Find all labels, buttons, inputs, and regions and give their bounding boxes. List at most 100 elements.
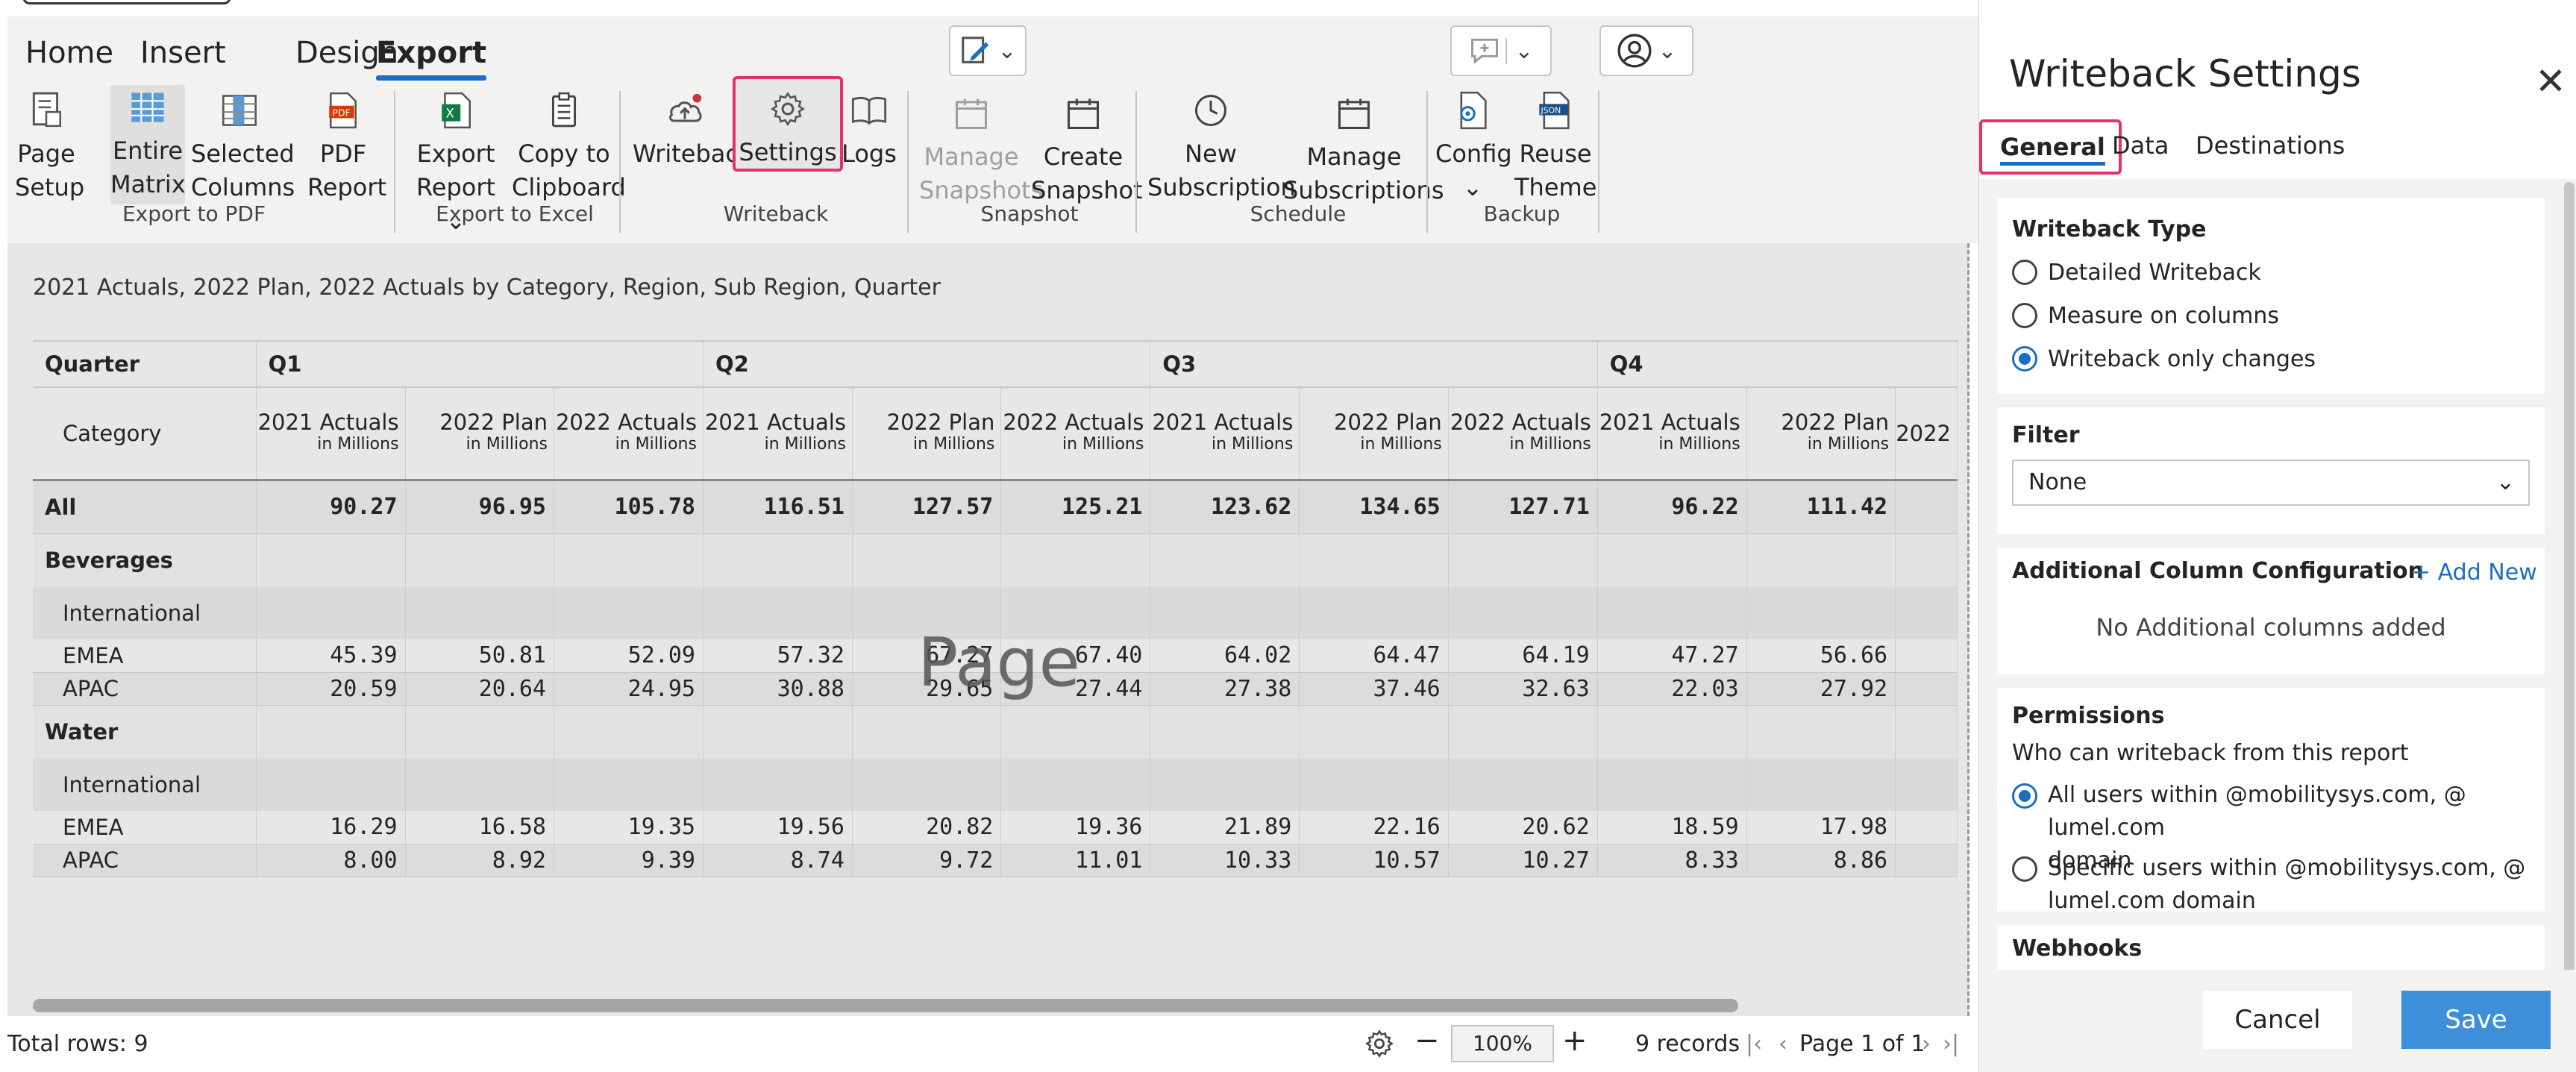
gear-icon[interactable] bbox=[1364, 1028, 1395, 1065]
measure-header[interactable]: 2022 Actuals in Millions bbox=[554, 387, 703, 481]
table-cell[interactable] bbox=[1150, 759, 1300, 811]
table-cell[interactable]: 64.47 bbox=[1299, 639, 1449, 673]
table-cell[interactable] bbox=[703, 705, 853, 759]
new-subscription-button[interactable]: New Subscription bbox=[1147, 88, 1296, 204]
table-cell[interactable]: 16.29 bbox=[256, 811, 406, 844]
table-cell[interactable] bbox=[852, 533, 1002, 587]
table-cell[interactable] bbox=[1448, 705, 1598, 759]
table-cell[interactable] bbox=[1150, 705, 1300, 759]
table-cell[interactable]: 11.01 bbox=[1000, 844, 1151, 877]
table-cell[interactable] bbox=[1895, 533, 1958, 587]
table-cell[interactable] bbox=[1448, 587, 1598, 639]
table-cell[interactable] bbox=[1895, 672, 1958, 706]
first-page-icon[interactable]: |‹ bbox=[1746, 1031, 1762, 1057]
measure-header[interactable]: 2021 Actuals in Millions bbox=[1150, 387, 1300, 481]
table-cell[interactable]: 123.62 bbox=[1150, 480, 1300, 534]
table-cell[interactable] bbox=[1746, 759, 1896, 811]
tab-general[interactable]: General bbox=[1979, 119, 2122, 175]
table-cell[interactable] bbox=[405, 587, 555, 639]
table-row[interactable]: All 90.27 96.95 105.78 116.51 127.57 125.21 123… bbox=[33, 480, 1958, 534]
table-cell[interactable]: 127.71 bbox=[1448, 480, 1598, 534]
table-cell[interactable]: 111.42 bbox=[1746, 480, 1896, 534]
selected-columns-button[interactable]: Selected Columns bbox=[191, 88, 295, 204]
table-row[interactable]: International bbox=[33, 759, 1958, 811]
table-cell[interactable] bbox=[1448, 759, 1598, 811]
table-cell[interactable] bbox=[1597, 587, 1747, 639]
table-cell[interactable]: 8.00 bbox=[256, 844, 406, 877]
table-cell[interactable]: 18.59 bbox=[1597, 811, 1747, 844]
save-button[interactable]: Save bbox=[2401, 991, 2551, 1049]
table-cell[interactable]: 64.02 bbox=[1150, 639, 1300, 673]
table-cell[interactable]: 90.27 bbox=[256, 480, 406, 534]
table-row[interactable]: APAC 8.00 8.92 9.39 8.74 9.72 11.01 10.33 10.57 1… bbox=[33, 844, 1958, 877]
table-cell[interactable]: 19.56 bbox=[703, 811, 853, 844]
table-cell[interactable]: 96.95 bbox=[405, 480, 555, 534]
cancel-button[interactable]: Cancel bbox=[2203, 991, 2352, 1049]
table-cell[interactable] bbox=[1597, 533, 1747, 587]
table-cell[interactable]: 22.03 bbox=[1597, 672, 1747, 706]
table-cell[interactable]: 9.39 bbox=[554, 844, 703, 877]
option-writeback-only-changes[interactable]: Writeback only changes bbox=[2012, 346, 2316, 372]
user-menu-button[interactable]: ⌄ bbox=[1599, 25, 1693, 76]
table-cell[interactable]: 45.39 bbox=[256, 639, 406, 673]
table-cell[interactable] bbox=[1299, 759, 1449, 811]
page-setup-button[interactable]: Page Setup bbox=[15, 88, 84, 204]
table-cell[interactable] bbox=[1000, 759, 1151, 811]
table-row[interactable]: APAC 20.59 20.64 24.95 30.88 29.65 27.44 27.38 3… bbox=[33, 672, 1958, 706]
reuse-theme-button[interactable]: JSON Reuse Theme bbox=[1514, 88, 1596, 204]
table-cell[interactable]: 8.33 bbox=[1597, 844, 1747, 877]
close-icon[interactable]: ✕ bbox=[2535, 60, 2566, 103]
table-cell[interactable] bbox=[1448, 533, 1598, 587]
table-cell[interactable]: 10.27 bbox=[1448, 844, 1598, 877]
table-cell[interactable] bbox=[1000, 587, 1151, 639]
table-cell[interactable] bbox=[256, 533, 406, 587]
filter-dropdown[interactable]: None ⌄ bbox=[2012, 460, 2530, 506]
table-cell[interactable] bbox=[256, 705, 406, 759]
table-cell[interactable]: 125.21 bbox=[1000, 480, 1151, 534]
next-page-icon[interactable]: › bbox=[1922, 1031, 1931, 1057]
zoom-level[interactable]: 100% bbox=[1451, 1025, 1554, 1062]
table-cell[interactable]: 8.74 bbox=[703, 844, 853, 877]
table-cell[interactable]: 20.82 bbox=[852, 811, 1002, 844]
table-cell[interactable]: 105.78 bbox=[554, 480, 703, 534]
table-cell[interactable]: 20.64 bbox=[405, 672, 555, 706]
radio-button-selected[interactable] bbox=[2012, 783, 2037, 809]
table-cell[interactable]: 56.66 bbox=[1746, 639, 1896, 673]
zoom-out-button[interactable]: − bbox=[1414, 1024, 1440, 1058]
table-cell[interactable]: 134.65 bbox=[1299, 480, 1449, 534]
table-row[interactable]: Water bbox=[33, 705, 1958, 759]
tab-insert[interactable]: Insert bbox=[140, 36, 226, 70]
radio-button-selected[interactable] bbox=[2012, 346, 2037, 372]
option-detailed-writeback[interactable]: Detailed Writeback bbox=[2012, 260, 2261, 286]
table-cell[interactable] bbox=[1895, 587, 1958, 639]
table-cell[interactable]: 50.81 bbox=[405, 639, 555, 673]
table-cell[interactable] bbox=[1895, 639, 1958, 673]
table-cell[interactable]: 96.22 bbox=[1597, 480, 1747, 534]
table-cell[interactable]: 27.92 bbox=[1746, 672, 1896, 706]
prev-page-icon[interactable]: ‹ bbox=[1779, 1031, 1787, 1057]
table-cell[interactable] bbox=[1299, 533, 1449, 587]
config-button[interactable]: Config ⌄ bbox=[1435, 88, 1512, 204]
table-row[interactable]: EMEA 45.39 50.81 52.09 57.32 67.27 67.40 64.02 6… bbox=[33, 639, 1958, 673]
table-cell[interactable]: 21.89 bbox=[1150, 811, 1300, 844]
table-cell[interactable]: 24.95 bbox=[554, 672, 703, 706]
table-cell[interactable] bbox=[1895, 480, 1958, 534]
table-cell[interactable]: 67.40 bbox=[1000, 639, 1151, 673]
radio-button[interactable] bbox=[2012, 856, 2037, 882]
table-cell[interactable]: 20.59 bbox=[256, 672, 406, 706]
table-cell[interactable] bbox=[1895, 844, 1958, 877]
table-cell[interactable]: 37.46 bbox=[1299, 672, 1449, 706]
table-cell[interactable]: 29.65 bbox=[852, 672, 1002, 706]
comment-button[interactable]: ⌄ bbox=[1450, 25, 1552, 76]
table-cell[interactable] bbox=[405, 533, 555, 587]
last-page-icon[interactable]: ›| bbox=[1943, 1031, 1959, 1057]
table-cell[interactable]: 116.51 bbox=[703, 480, 853, 534]
table-cell[interactable]: 127.57 bbox=[852, 480, 1002, 534]
table-cell[interactable]: 30.88 bbox=[703, 672, 853, 706]
measure-header[interactable]: 2022 Plan in Millions bbox=[1299, 387, 1449, 481]
table-cell[interactable]: 64.19 bbox=[1448, 639, 1598, 673]
tab-data[interactable]: Data bbox=[2112, 131, 2169, 160]
table-row[interactable]: EMEA 16.29 16.58 19.35 19.56 20.82 19.36 21.89 2… bbox=[33, 811, 1958, 844]
table-cell[interactable] bbox=[256, 587, 406, 639]
radio-button[interactable] bbox=[2012, 260, 2037, 285]
